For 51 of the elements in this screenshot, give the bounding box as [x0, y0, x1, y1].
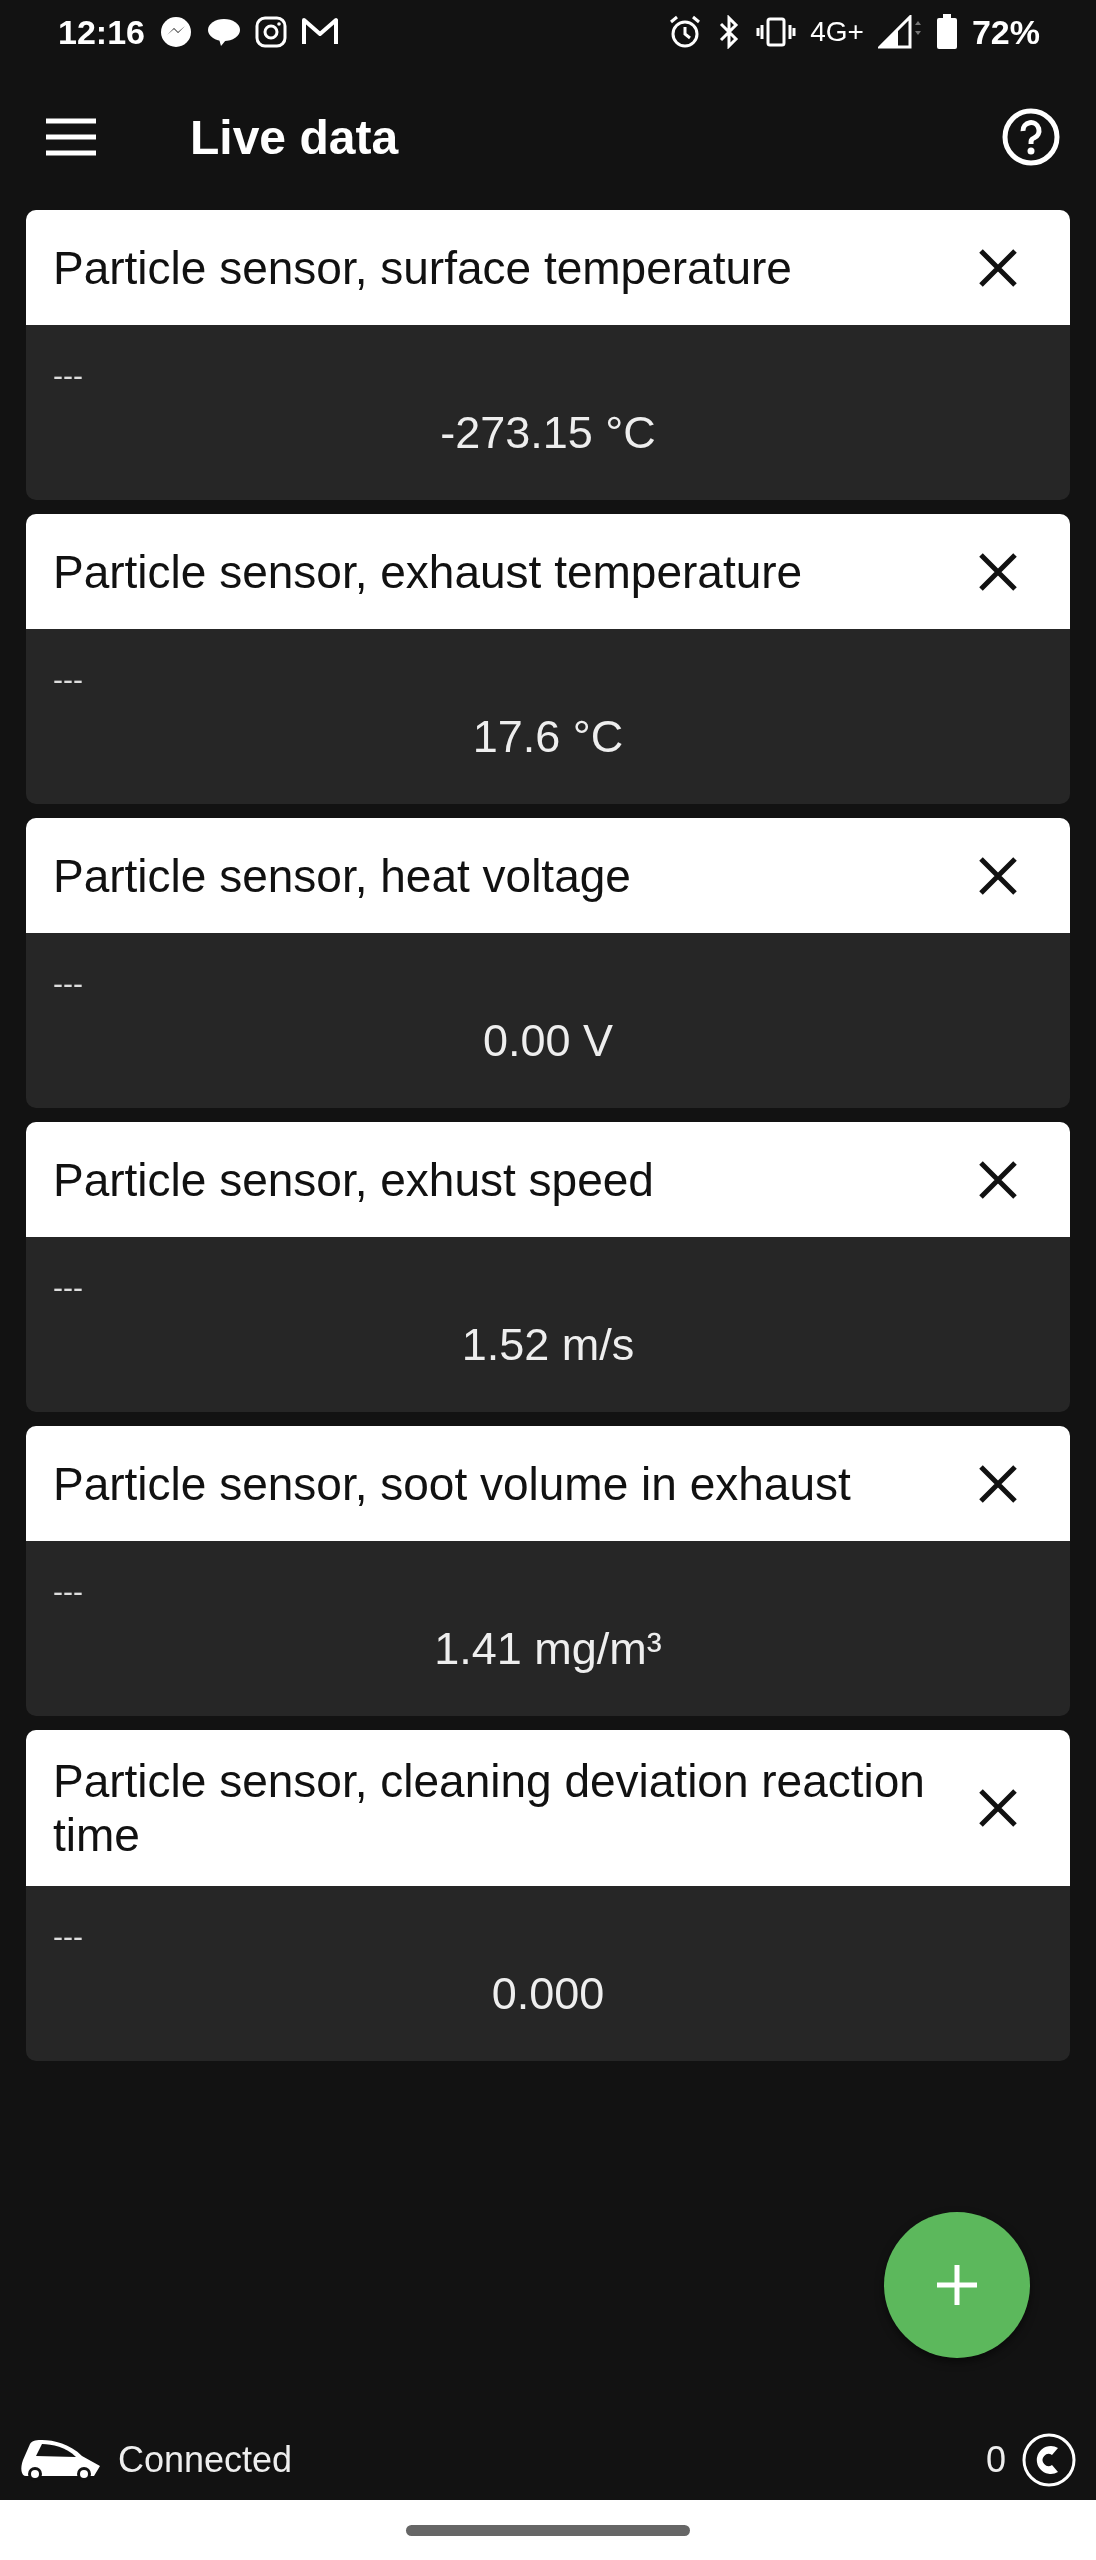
plus-icon	[935, 2263, 979, 2307]
sensor-name: Particle sensor, heat voltage	[53, 848, 632, 903]
menu-icon	[46, 118, 96, 156]
sensor-name: Particle sensor, soot volume in exhaust	[53, 1456, 852, 1511]
close-icon	[978, 551, 1018, 592]
chat-icon	[158, 15, 193, 49]
close-icon	[978, 1788, 1018, 1828]
sensor-subtitle: ---	[53, 663, 83, 697]
sensor-value: 1.41 mg/m³	[434, 1623, 662, 1675]
sensor-subtitle: ---	[53, 1575, 83, 1609]
connection-status: Connected	[118, 2439, 293, 2481]
sensor-name: Particle sensor, cleaning deviation reaction time	[53, 1754, 926, 1862]
close-button[interactable]	[978, 247, 1018, 288]
sensor-name: Particle sensor, surface temperature	[53, 240, 793, 295]
speech-bubble-icon	[206, 17, 241, 47]
sensor-value: 17.6 °C	[472, 711, 624, 763]
help-icon	[1002, 108, 1060, 166]
close-icon	[978, 855, 1018, 896]
close-button[interactable]	[978, 1788, 1018, 1828]
vibrate-icon	[756, 17, 797, 47]
menu-button[interactable]	[46, 118, 96, 156]
screen-title: Live data	[190, 109, 400, 165]
status-time: 12:16	[58, 12, 145, 52]
mail-icon	[300, 17, 339, 47]
sensor-name: Particle sensor, exhaust temperature	[53, 544, 804, 599]
signal-icon	[877, 15, 922, 49]
alarm-clock-icon	[668, 15, 703, 49]
sensor-subtitle: ---	[53, 1920, 83, 1954]
counter: 0	[985, 2439, 1006, 2481]
close-button[interactable]	[978, 551, 1018, 592]
help-button[interactable]	[1002, 108, 1060, 166]
sensor-subtitle: ---	[53, 1271, 83, 1305]
camera-icon	[254, 16, 287, 48]
sensor-subtitle: ---	[53, 359, 83, 393]
close-button[interactable]	[978, 855, 1018, 896]
close-button[interactable]	[978, 1159, 1018, 1200]
sensor-value: -273.15 °C	[440, 407, 656, 459]
close-button[interactable]	[978, 1463, 1018, 1504]
close-icon	[978, 1463, 1018, 1504]
battery-icon	[935, 14, 958, 50]
sensor-name: Particle sensor, exhust speed	[53, 1152, 655, 1207]
home-indicator[interactable]	[406, 2524, 690, 2536]
close-icon	[978, 1159, 1018, 1200]
sensor-value: 1.52 m/s	[461, 1319, 635, 1371]
logo-icon	[1022, 2433, 1076, 2487]
sensor-subtitle: ---	[53, 967, 83, 1001]
network-type: 4G+	[810, 16, 864, 48]
battery-level: 72%	[971, 12, 1040, 52]
close-icon	[978, 247, 1018, 288]
sensor-value: 0.000	[491, 1968, 605, 2020]
sensor-value: 0.00 V	[482, 1015, 614, 1067]
